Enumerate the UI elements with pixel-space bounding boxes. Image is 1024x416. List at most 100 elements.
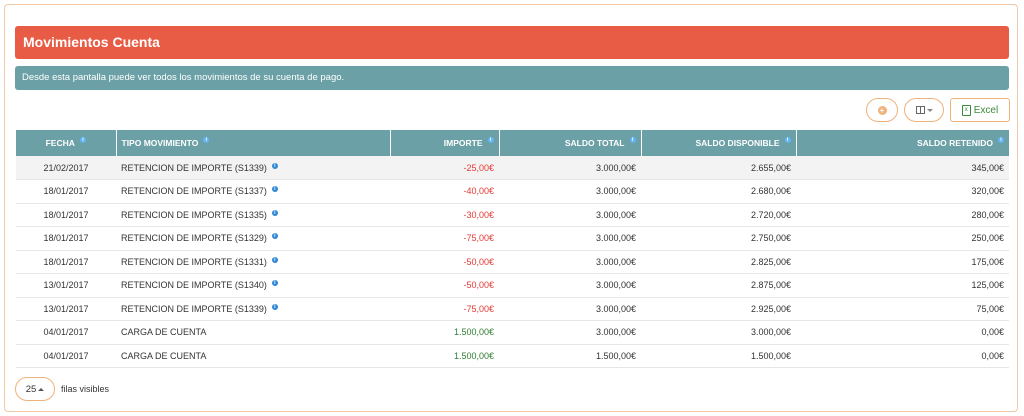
excel-label: Excel	[973, 104, 999, 116]
table-row[interactable]: 21/02/2017 RETENCION DE IMPORTE (S1339) i -…	[16, 156, 1009, 180]
caret-down-icon	[926, 108, 933, 112]
cell-saldo-total: 3.000,00€	[499, 156, 641, 180]
cell-importe: -30,00€	[390, 203, 499, 227]
info-icon[interactable]: i	[79, 137, 86, 143]
cell-importe: 1.500,00€	[390, 320, 499, 345]
cell-saldo-disponible: 3.000,00€	[641, 320, 796, 345]
cell-fecha: 18/01/2017	[16, 250, 116, 274]
table-row[interactable]: 18/01/2017 RETENCION DE IMPORTE (S1335) i -…	[16, 203, 1009, 227]
info-icon[interactable]: i	[203, 137, 210, 143]
cell-saldo-disponible: 1.500,00€	[641, 344, 796, 368]
cell-tipo: RETENCION DE IMPORTE (S1329) i	[116, 226, 390, 251]
cell-saldo-total: 3.000,00€	[499, 179, 641, 204]
cell-importe: -75,00€	[390, 297, 499, 321]
info-icon[interactable]: i	[784, 137, 791, 143]
columns-dropdown-button[interactable]	[904, 98, 944, 122]
cell-fecha: 18/01/2017	[16, 226, 116, 251]
column-header-fecha[interactable]: FECHA i	[16, 130, 117, 156]
info-icon[interactable]: i	[271, 162, 278, 169]
cell-saldo-total: 3.000,00€	[499, 273, 641, 298]
cell-fecha: 13/01/2017	[16, 297, 116, 321]
column-header-saldo-disponible[interactable]: SALDO DISPONIBLE i	[641, 130, 797, 156]
info-icon[interactable]: i	[271, 186, 278, 193]
table-row[interactable]: 18/01/2017 RETENCION DE IMPORTE (S1329) i -…	[16, 226, 1009, 251]
cell-saldo-retenido: 345,00€	[796, 156, 1009, 180]
cell-importe: 1.500,00€	[390, 344, 499, 368]
cell-importe: -50,00€	[390, 250, 499, 274]
cell-fecha: 18/01/2017	[16, 179, 116, 204]
movements-table: FECHA i TIPO MOVIMIENTO i IMPORTE i SALDO T…	[16, 130, 1009, 368]
page-title: Movimientos Cuenta	[15, 26, 1009, 59]
table-row[interactable]: 18/01/2017 RETENCION DE IMPORTE (S1337) i -…	[16, 179, 1009, 204]
cell-tipo: RETENCION DE IMPORTE (S1335) i	[116, 203, 390, 227]
cell-fecha: 04/01/2017	[16, 344, 116, 368]
cell-saldo-retenido: 125,00€	[796, 273, 1009, 298]
table-row[interactable]: 13/01/2017 RETENCION DE IMPORTE (S1340) i -…	[16, 273, 1009, 298]
column-header-importe[interactable]: IMPORTE i	[390, 130, 500, 156]
rows-visible-label: filas visibles	[61, 384, 110, 394]
column-header-saldo-total[interactable]: SALDO TOTAL i	[499, 130, 642, 156]
info-icon[interactable]: i	[271, 280, 278, 287]
caret-up-icon	[38, 387, 45, 391]
cell-fecha: 21/02/2017	[16, 156, 116, 180]
cell-tipo: RETENCION DE IMPORTE (S1339) i	[116, 297, 390, 321]
table-row[interactable]: 13/01/2017 RETENCION DE IMPORTE (S1339) i -…	[16, 297, 1009, 321]
info-message: Desde esta pantalla puede ver todos los …	[15, 66, 1009, 90]
table-row[interactable]: 04/01/2017 CARGA DE CUENTA 1.500,00€ 3.000,…	[16, 320, 1009, 345]
cell-saldo-disponible: 2.655,00€	[641, 156, 796, 180]
cell-saldo-total: 3.000,00€	[499, 297, 641, 321]
info-icon[interactable]: i	[271, 233, 278, 240]
cell-saldo-retenido: 0,00€	[796, 344, 1009, 368]
cell-saldo-retenido: 250,00€	[796, 226, 1009, 251]
add-button[interactable]: +	[866, 98, 898, 122]
cell-importe: -50,00€	[390, 273, 499, 298]
table-row[interactable]: 18/01/2017 RETENCION DE IMPORTE (S1331) i -…	[16, 250, 1009, 274]
cell-saldo-retenido: 175,00€	[796, 250, 1009, 274]
excel-file-icon: x	[961, 104, 971, 116]
page-size-dropdown[interactable]: 25	[15, 377, 55, 401]
table-body: 21/02/2017 RETENCION DE IMPORTE (S1339) i -…	[16, 156, 1009, 368]
cell-saldo-disponible: 2.875,00€	[641, 273, 796, 298]
cell-tipo: CARGA DE CUENTA	[116, 320, 390, 345]
info-icon[interactable]: i	[629, 137, 636, 143]
info-icon[interactable]: i	[487, 137, 494, 143]
cell-saldo-disponible: 2.720,00€	[641, 203, 796, 227]
cell-importe: -40,00€	[390, 179, 499, 204]
table-toolbar: + x Excel	[866, 98, 1010, 122]
cell-saldo-disponible: 2.925,00€	[641, 297, 796, 321]
cell-importe: -75,00€	[390, 226, 499, 251]
cell-tipo: RETENCION DE IMPORTE (S1337) i	[116, 179, 390, 204]
table-footer: 25 filas visibles	[15, 377, 109, 401]
columns-icon	[915, 106, 925, 114]
cell-saldo-total: 3.000,00€	[499, 320, 641, 345]
info-icon[interactable]: i	[271, 303, 278, 310]
cell-saldo-disponible: 2.680,00€	[641, 179, 796, 204]
cell-saldo-retenido: 280,00€	[796, 203, 1009, 227]
table-row[interactable]: 04/01/2017 CARGA DE CUENTA 1.500,00€ 1.500,…	[16, 344, 1009, 368]
cell-tipo: RETENCION DE IMPORTE (S1339) i	[116, 156, 390, 180]
cell-saldo-retenido: 320,00€	[796, 179, 1009, 204]
info-icon[interactable]: i	[271, 209, 278, 216]
info-icon[interactable]: i	[998, 137, 1004, 143]
cell-importe: -25,00€	[390, 156, 499, 180]
cell-tipo: CARGA DE CUENTA	[116, 344, 390, 368]
cell-saldo-total: 3.000,00€	[499, 203, 641, 227]
cell-saldo-total: 3.000,00€	[499, 226, 641, 251]
cell-tipo: RETENCION DE IMPORTE (S1331) i	[116, 250, 390, 274]
table-header-row: FECHA i TIPO MOVIMIENTO i IMPORTE i SALDO T…	[16, 130, 1009, 156]
cell-saldo-disponible: 2.750,00€	[641, 226, 796, 251]
column-header-saldo-retenido[interactable]: SALDO RETENIDO i	[796, 130, 1009, 156]
column-header-tipo[interactable]: TIPO MOVIMIENTO i	[116, 130, 391, 156]
cell-saldo-disponible: 2.825,00€	[641, 250, 796, 274]
cell-saldo-total: 1.500,00€	[499, 344, 641, 368]
cell-fecha: 13/01/2017	[16, 273, 116, 298]
cell-saldo-retenido: 0,00€	[796, 320, 1009, 345]
cell-tipo: RETENCION DE IMPORTE (S1340) i	[116, 273, 390, 298]
cell-saldo-retenido: 75,00€	[796, 297, 1009, 321]
info-icon[interactable]: i	[271, 256, 278, 263]
excel-export-button[interactable]: x Excel	[950, 98, 1010, 122]
cell-fecha: 04/01/2017	[16, 320, 116, 345]
cell-fecha: 18/01/2017	[16, 203, 116, 227]
cell-saldo-total: 3.000,00€	[499, 250, 641, 274]
plus-circle-icon: +	[877, 105, 887, 115]
